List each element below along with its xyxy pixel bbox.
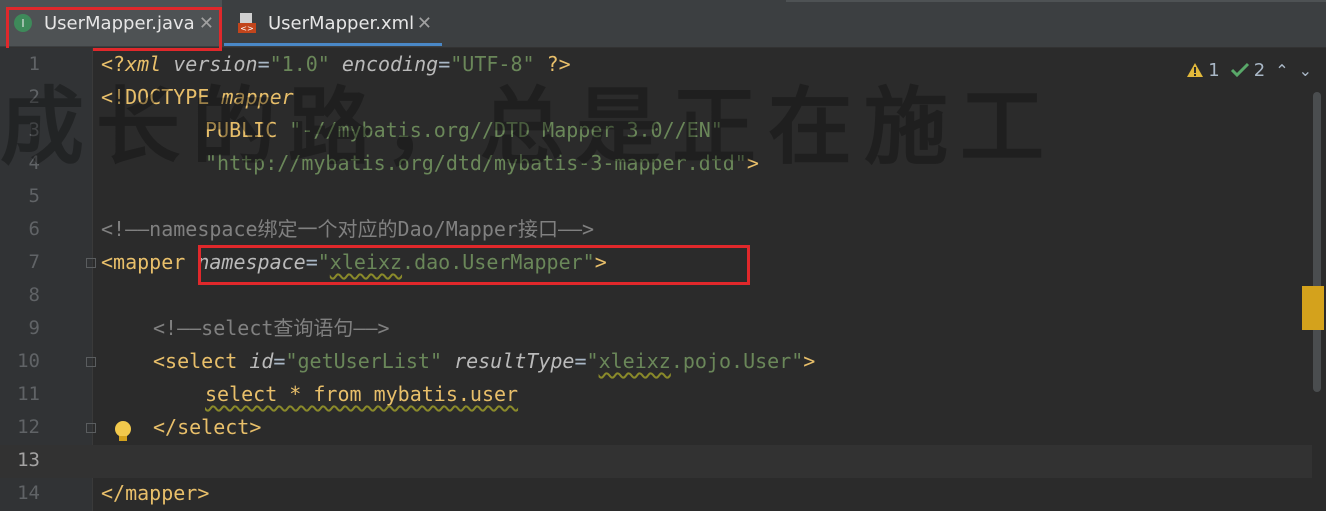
- chevron-up-icon[interactable]: ⌃: [1275, 61, 1288, 80]
- token: <?: [101, 52, 126, 76]
- token: encoding: [341, 52, 439, 76]
- code-line-9: <!——select查询语句——>: [153, 316, 390, 340]
- token: >: [803, 349, 816, 373]
- code-line-6: <!——namespace绑定一个对应的Dao/Mapper接口——>: [101, 217, 595, 241]
- warnings-count: 1: [1208, 59, 1220, 81]
- token: mapper: [221, 85, 294, 109]
- highlight-box-tab: [6, 7, 222, 51]
- checks-indicator[interactable]: 2: [1230, 60, 1265, 81]
- token: <!DOCTYPE: [101, 85, 222, 109]
- xml-file-icon: <>: [236, 12, 258, 34]
- token: "UTF-8": [450, 52, 535, 76]
- token: =: [574, 349, 587, 373]
- warning-stripe-marker[interactable]: [1302, 286, 1324, 330]
- token: xml: [125, 52, 162, 76]
- tab-bar-strip: [786, 0, 1326, 2]
- token: resultType: [454, 349, 575, 373]
- svg-text:<>: <>: [240, 24, 253, 33]
- warnings-indicator[interactable]: 1: [1186, 59, 1220, 81]
- tab-label: UserMapper.xml: [268, 12, 415, 34]
- token: .pojo.User: [670, 349, 792, 373]
- token: "getUserList": [285, 349, 443, 373]
- scrollbar-thumb[interactable]: [1313, 92, 1321, 392]
- code-line-11: select * from mybatis.user: [205, 382, 519, 406]
- token: xleixz: [598, 349, 671, 373]
- code-line-14: </mapper>: [101, 481, 210, 505]
- highlight-box-namespace: [198, 245, 750, 285]
- token: <select: [153, 349, 250, 373]
- warning-icon: [1187, 63, 1204, 77]
- code-line-3: PUBLIC "-//mybatis.org//DTD Mapper 3.0//…: [205, 114, 723, 147]
- token: =: [273, 349, 286, 373]
- token: ": [586, 349, 599, 373]
- token: version: [173, 52, 258, 76]
- chevron-down-icon[interactable]: ⌄: [1299, 61, 1312, 80]
- check-icon: [1230, 62, 1249, 78]
- token: ": [791, 349, 804, 373]
- inspection-status[interactable]: 1 2 ⌃ ⌄: [1186, 56, 1312, 84]
- token: =: [257, 52, 270, 76]
- token: id: [249, 349, 274, 373]
- code-line-1: <?xml version="1.0" encoding="UTF-8" ?>: [101, 48, 571, 81]
- token: =: [438, 52, 451, 76]
- token: "1.0": [269, 52, 330, 76]
- tab-usermapper-xml[interactable]: <> UserMapper.xml ✕: [224, 0, 442, 46]
- checks-count: 2: [1253, 59, 1266, 81]
- token: PUBLIC: [205, 118, 290, 142]
- close-icon[interactable]: ✕: [417, 13, 432, 34]
- token: >: [746, 151, 759, 175]
- token: "-//mybatis.org//DTD Mapper 3.0//EN": [289, 118, 723, 142]
- code-line-4: "http://mybatis.org/dtd/mybatis-3-mapper…: [205, 147, 759, 180]
- token: <mapper: [101, 250, 198, 274]
- lightbulb-icon[interactable]: [112, 420, 134, 444]
- code-line-2: <!DOCTYPE mapper: [101, 81, 294, 114]
- code-line-12: </select>: [153, 415, 262, 439]
- active-tab-indicator: [224, 43, 442, 46]
- code-line-10: <select id="getUserList" resultType="xle…: [153, 345, 815, 378]
- token: ?>: [534, 52, 571, 76]
- token: "http://mybatis.org/dtd/mybatis-3-mapper…: [205, 151, 747, 175]
